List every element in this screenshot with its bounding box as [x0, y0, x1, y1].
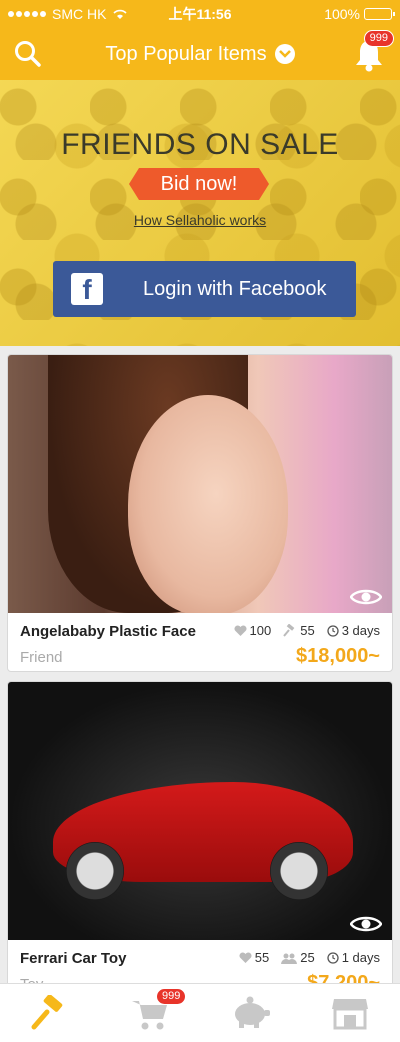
item-image[interactable]: [8, 682, 392, 940]
facebook-login-button[interactable]: f Login with Facebook: [53, 261, 356, 317]
store-icon: [332, 999, 368, 1030]
item-card[interactable]: Ferrari Car Toy Toy 55 25 1 days $7,200~: [7, 681, 393, 991]
tab-bar: 999: [0, 983, 400, 1042]
users-icon: [281, 953, 298, 964]
likes-count: 55: [254, 950, 270, 965]
item-card[interactable]: Angelababy Plastic Face Friend 100 55 3 …: [7, 354, 393, 672]
battery-icon: [364, 8, 395, 20]
wheel-shape: [66, 842, 124, 900]
facebook-icon: f: [71, 273, 103, 305]
time-stat: 3 days: [327, 623, 380, 638]
carrier-name: SMC HK: [52, 6, 107, 22]
cart-badge: 999: [156, 988, 187, 1005]
wifi-icon: [113, 9, 128, 19]
tab-cart[interactable]: 999: [100, 984, 200, 1042]
eye-icon[interactable]: [350, 914, 382, 934]
hero-title: FRIENDS ON SALE: [61, 128, 339, 161]
item-stats: 55 25 1 days: [239, 950, 380, 965]
item-category: Friend: [20, 649, 63, 666]
time-left: 3 days: [341, 623, 380, 638]
bids-stat: 55: [283, 623, 315, 638]
status-right: 100%: [324, 6, 395, 22]
piggy-bank-icon: [235, 996, 270, 1028]
gavel-icon: [31, 995, 63, 1030]
item-info: Angelababy Plastic Face Friend 100 55 3 …: [8, 613, 392, 671]
page-title: Top Popular Items: [105, 42, 267, 65]
wheel-shape: [270, 842, 328, 900]
likes-stat: 100: [234, 623, 272, 638]
likes-stat: 55: [239, 950, 269, 965]
clock-icon: [327, 951, 339, 964]
gavel-icon: [283, 624, 295, 637]
status-left: SMC HK: [8, 6, 128, 22]
bids-stat: 25: [281, 950, 315, 965]
bids-count: 25: [300, 950, 315, 965]
heart-icon: [239, 951, 252, 963]
battery-percent: 100%: [324, 6, 360, 22]
face-shape: [128, 395, 288, 613]
category-selector[interactable]: Top Popular Items: [0, 28, 400, 80]
notification-badge: 999: [363, 30, 394, 47]
signal-strength-icon: [8, 11, 46, 17]
item-stats: 100 55 3 days: [234, 623, 380, 638]
bids-count: 55: [300, 623, 315, 638]
clock-icon: [327, 624, 339, 637]
item-image[interactable]: [8, 355, 392, 613]
facebook-login-label: Login with Facebook: [143, 277, 327, 300]
nav-bar: Top Popular Items 999: [0, 28, 400, 80]
time-stat: 1 days: [327, 950, 380, 965]
heart-icon: [234, 624, 247, 636]
hero-banner: FRIENDS ON SALE Bid now! How Sellaholic …: [0, 80, 400, 346]
item-price: $18,000~: [296, 645, 380, 667]
how-it-works-link[interactable]: How Sellaholic works: [0, 212, 400, 228]
eye-icon[interactable]: [350, 587, 382, 607]
tab-auction[interactable]: [0, 984, 100, 1042]
tab-wallet[interactable]: [200, 984, 300, 1042]
bid-now-button[interactable]: Bid now!: [129, 168, 269, 200]
status-bar: SMC HK 上午11:56 100%: [0, 0, 400, 28]
time-left: 1 days: [341, 950, 380, 965]
notifications-button[interactable]: 999: [354, 30, 394, 72]
likes-count: 100: [249, 623, 272, 638]
chevron-down-icon: [274, 44, 295, 64]
tab-shop[interactable]: [300, 984, 400, 1042]
